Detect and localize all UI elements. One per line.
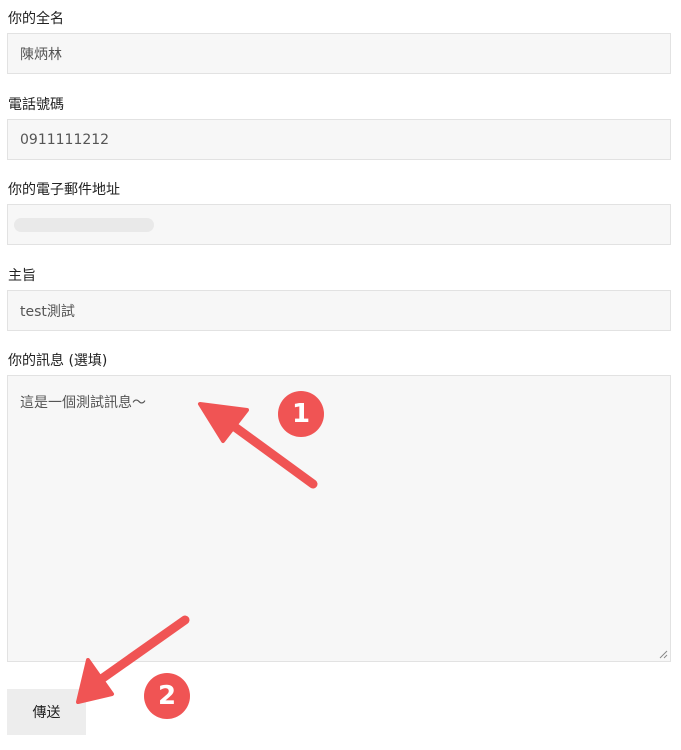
message-textarea[interactable]: 這是一個測試訊息～: [7, 375, 671, 662]
subject-label: 主旨: [8, 268, 36, 284]
name-value: 陳炳林: [20, 46, 62, 63]
message-label: 你的訊息 (選填): [8, 353, 108, 369]
subject-value: test測試: [20, 303, 75, 320]
phone-field[interactable]: 0911111212: [7, 119, 671, 160]
redacted-email-value: [14, 217, 154, 232]
submit-button[interactable]: 傳送: [7, 689, 86, 735]
message-value: 這是一個測試訊息～: [20, 395, 146, 411]
subject-field[interactable]: test測試: [7, 290, 671, 331]
email-field[interactable]: [7, 204, 671, 245]
name-label: 你的全名: [8, 11, 64, 27]
phone-value: 0911111212: [20, 131, 110, 148]
step-2-badge: 2: [144, 673, 190, 719]
phone-label: 電話號碼: [8, 97, 64, 113]
step-1-badge: 1: [278, 391, 324, 437]
name-field[interactable]: 陳炳林: [7, 33, 671, 74]
email-label: 你的電子郵件地址: [8, 182, 120, 198]
resize-handle-icon[interactable]: [659, 650, 668, 659]
